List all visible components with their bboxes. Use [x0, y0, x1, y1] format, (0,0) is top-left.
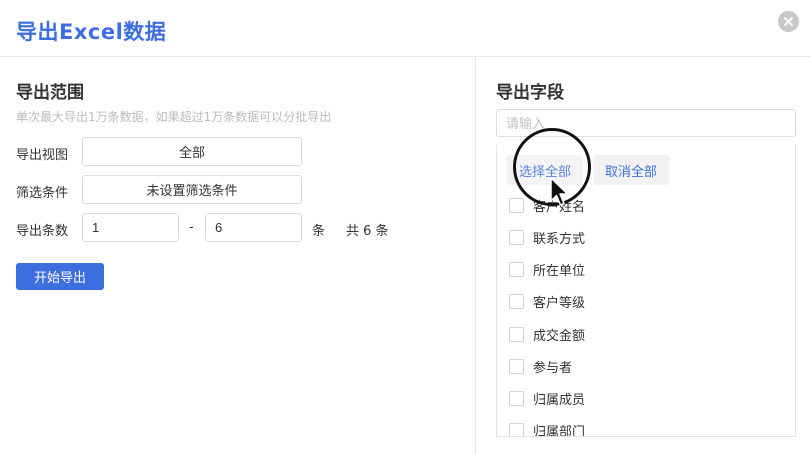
field-item-label: 参与者: [533, 360, 573, 376]
field-item[interactable]: 归属部门: [509, 420, 586, 437]
filter-condition-select[interactable]: 未设置筛选条件: [82, 175, 302, 204]
field-item-label: 客户等级: [533, 295, 586, 311]
count-to-input[interactable]: [205, 213, 302, 242]
field-item[interactable]: 联系方式: [509, 227, 585, 247]
field-checkbox[interactable]: [509, 390, 524, 406]
export-count-label: 导出条数: [16, 224, 69, 239]
deselect-all-button[interactable]: 取消全部: [593, 155, 669, 185]
field-item-label: 归属部门: [533, 424, 586, 437]
export-range-panel: 导出范围 单次最大导出1万条数据，如果超过1万条数据可以分批导出 导出视图 全部…: [0, 57, 476, 454]
field-checkbox[interactable]: [509, 358, 524, 374]
field-checkbox[interactable]: [509, 261, 524, 277]
field-item[interactable]: 参与者: [509, 356, 572, 376]
field-checkbox[interactable]: [509, 293, 524, 309]
field-item-label: 联系方式: [533, 231, 586, 247]
field-item[interactable]: 成交金额: [509, 324, 585, 344]
field-checkbox[interactable]: [509, 229, 524, 245]
export-range-title: 导出范围: [16, 83, 84, 103]
field-item[interactable]: 归属成员: [509, 388, 585, 408]
select-all-button[interactable]: 选择全部: [507, 155, 583, 185]
close-button[interactable]: [778, 11, 799, 32]
dialog-title: 导出Excel数据: [16, 20, 167, 44]
export-view-select[interactable]: 全部: [82, 137, 302, 166]
field-checkbox[interactable]: [509, 197, 524, 213]
field-item-label: 所在单位: [533, 263, 586, 279]
field-item[interactable]: 客户等级: [509, 291, 585, 311]
export-fields-panel: 导出字段 选择全部 取消全部 客户姓名 联系方式 所在单位 客户等级 成交金额 …: [476, 57, 810, 454]
filter-condition-label: 筛选条件: [16, 186, 69, 201]
field-search-input[interactable]: [496, 109, 796, 137]
count-from-input[interactable]: [82, 213, 179, 242]
field-item-label: 成交金额: [533, 328, 586, 344]
range-dash: -: [189, 220, 194, 235]
field-item-label: 归属成员: [533, 392, 586, 408]
total-count: 共 6 条: [346, 224, 389, 239]
field-list: 选择全部 取消全部 客户姓名 联系方式 所在单位 客户等级 成交金额 参与者 归…: [496, 145, 796, 437]
export-fields-title: 导出字段: [496, 83, 564, 103]
field-item-label: 客户姓名: [533, 199, 586, 215]
export-range-hint: 单次最大导出1万条数据，如果超过1万条数据可以分批导出: [16, 110, 332, 124]
field-item[interactable]: 客户姓名: [509, 195, 585, 215]
close-icon: [784, 17, 793, 26]
field-item[interactable]: 所在单位: [509, 259, 585, 279]
start-export-button[interactable]: 开始导出: [16, 263, 104, 290]
field-checkbox[interactable]: [509, 422, 524, 436]
field-checkbox[interactable]: [509, 326, 524, 342]
export-view-label: 导出视图: [16, 148, 69, 163]
count-unit: 条: [312, 224, 326, 239]
dialog-header: 导出Excel数据: [0, 0, 810, 57]
